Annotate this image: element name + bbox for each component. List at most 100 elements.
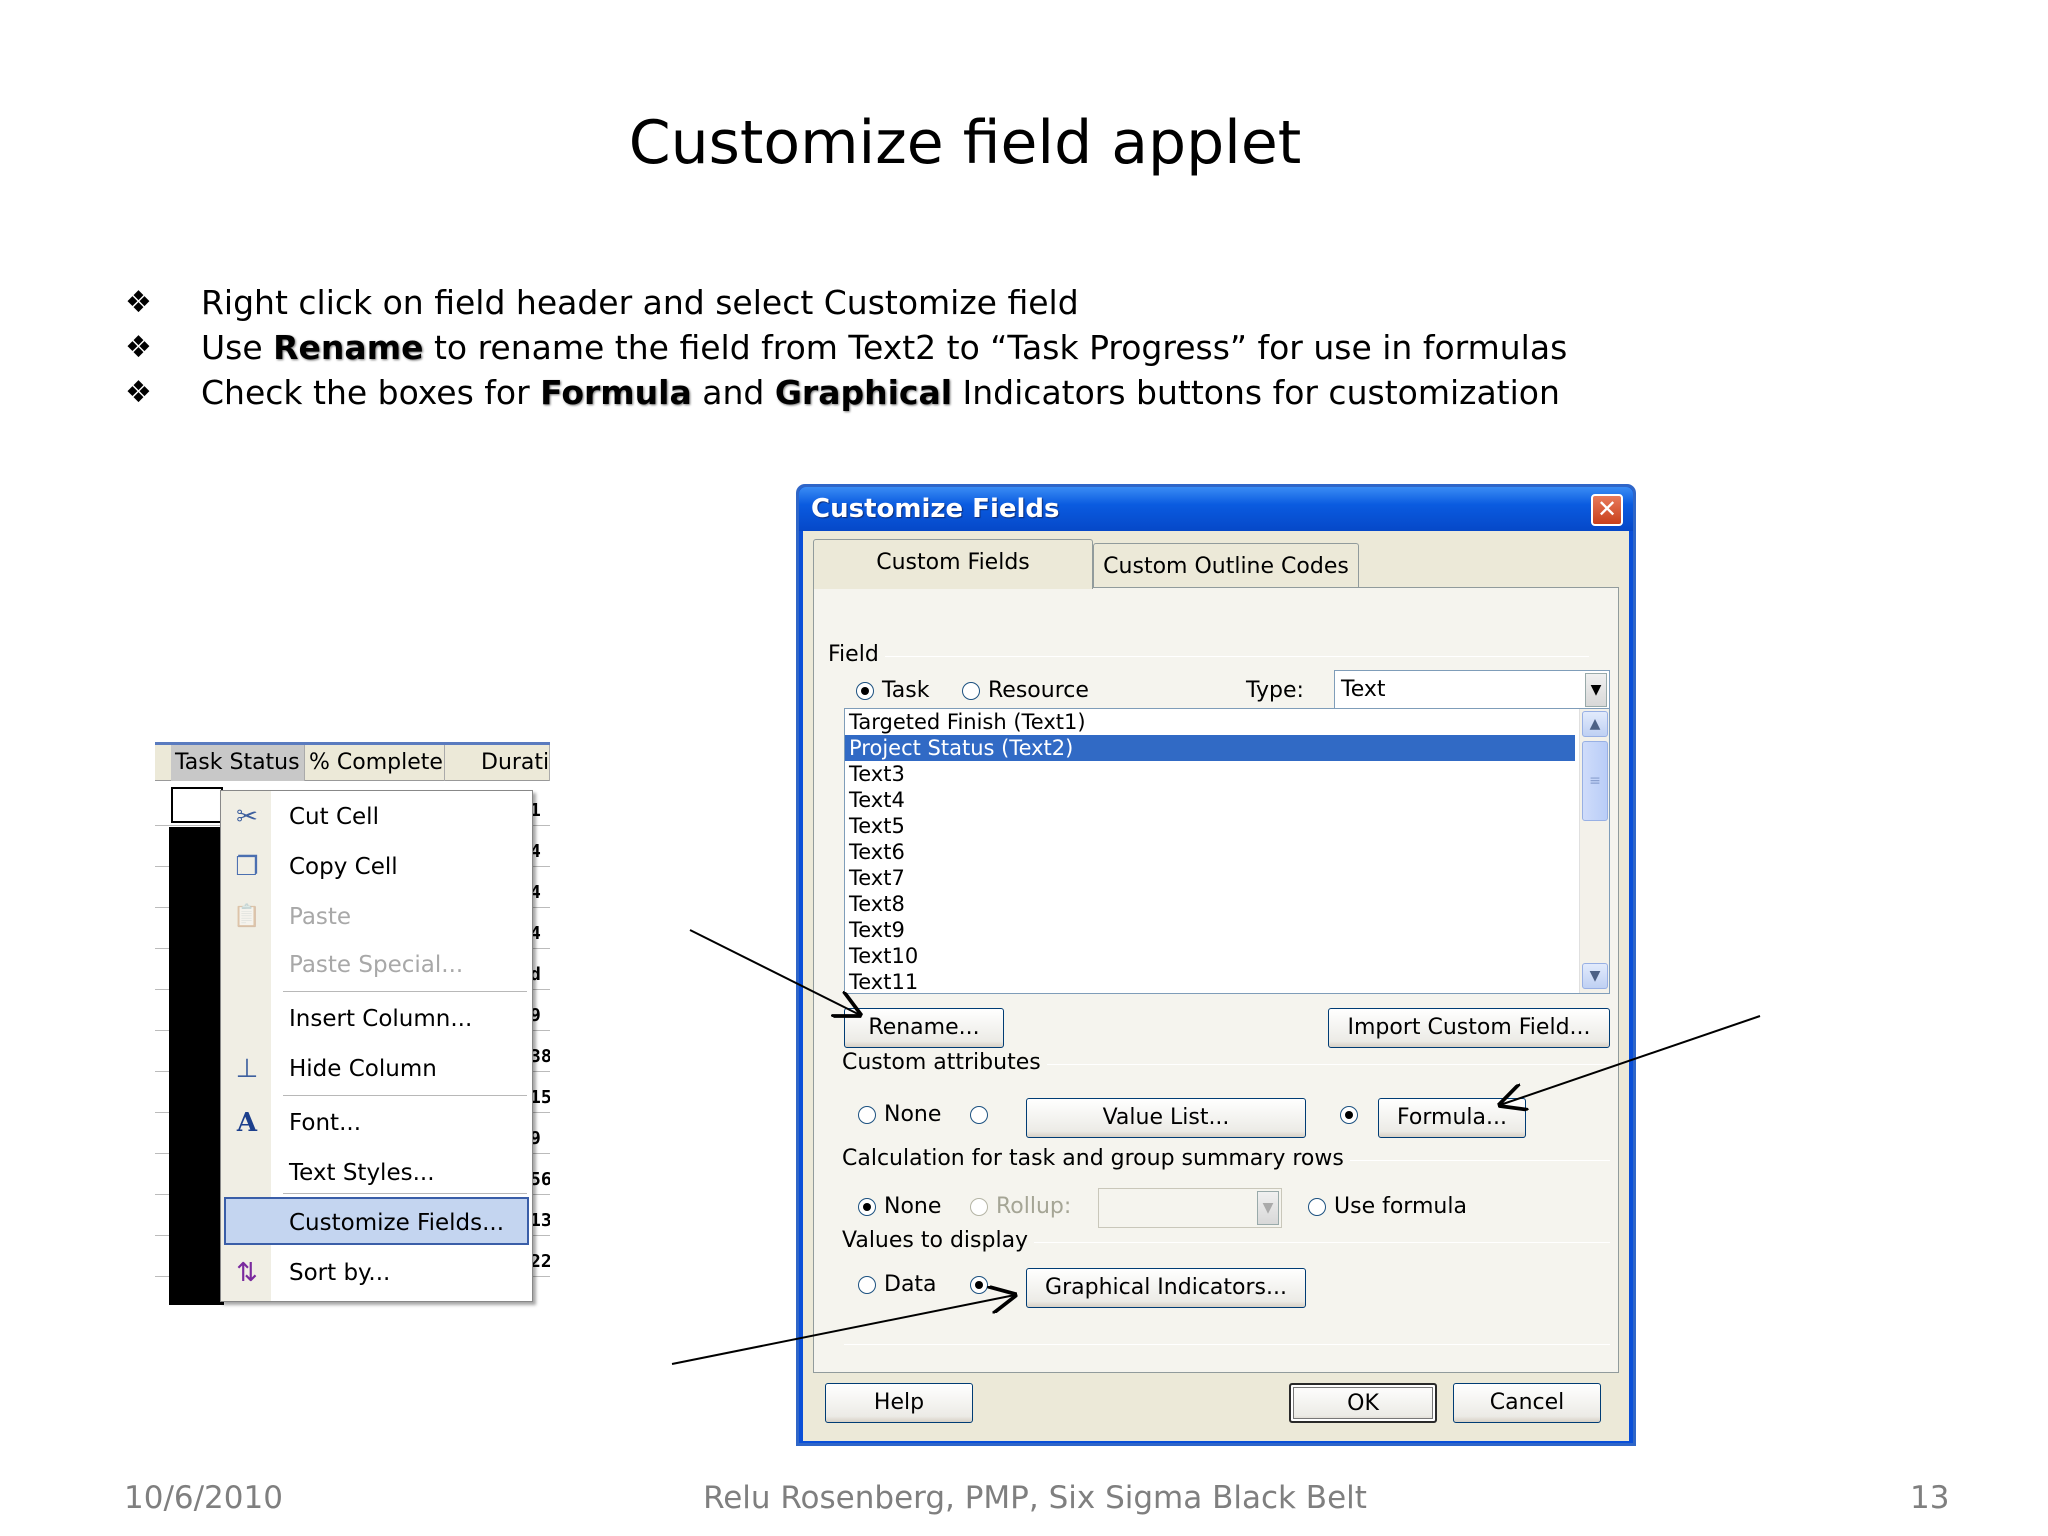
custom-attributes-line bbox=[1014, 1064, 1610, 1065]
help-button[interactable]: Help bbox=[825, 1383, 973, 1423]
close-icon: ✕ bbox=[1596, 495, 1618, 523]
list-item[interactable]: Text9 bbox=[845, 917, 1575, 943]
context-menu: ✂ Cut Cell ❐ Copy Cell 📋 Paste Paste Special..… bbox=[220, 790, 533, 1302]
bullet-text-part: Right click on field header and select C… bbox=[201, 283, 1079, 322]
graphical-indicators-button[interactable]: Graphical Indicators... bbox=[1026, 1268, 1306, 1308]
bullet-text: Check the boxes for Formula and Graphica… bbox=[201, 370, 1560, 415]
scroll-up-icon[interactable]: ▲ bbox=[1582, 711, 1608, 737]
calc-use-formula-radio[interactable] bbox=[1308, 1198, 1326, 1216]
attr-formula-radio[interactable] bbox=[1340, 1106, 1358, 1124]
bullet-emphasis: Graphical bbox=[774, 373, 953, 412]
menu-item-paste-special[interactable]: Paste Special... bbox=[221, 941, 532, 989]
values-graphical-radio[interactable] bbox=[970, 1276, 988, 1294]
listbox-scrollbar[interactable]: ▲ ≡ ▼ bbox=[1579, 709, 1609, 993]
active-cell[interactable] bbox=[171, 787, 223, 823]
menu-item-sort-by[interactable]: ⇅ Sort by... bbox=[221, 1249, 532, 1297]
attr-none-label[interactable]: None bbox=[884, 1102, 941, 1127]
grid-cell: 4 bbox=[530, 923, 541, 944]
grid-cell: 1 bbox=[530, 800, 541, 821]
column-header-task-status[interactable]: Task Status bbox=[171, 745, 305, 781]
list-item[interactable]: Project Status (Text2) bbox=[845, 735, 1575, 761]
menu-item-copy-cell[interactable]: ❐ Copy Cell bbox=[221, 843, 532, 891]
list-item[interactable]: Text5 bbox=[845, 813, 1575, 839]
scroll-down-icon[interactable]: ▼ bbox=[1582, 963, 1608, 989]
menu-item-cut-cell[interactable]: ✂ Cut Cell bbox=[221, 793, 532, 841]
calc-none-radio[interactable] bbox=[858, 1198, 876, 1216]
menu-item-label: Font... bbox=[289, 1110, 362, 1136]
attr-none-radio[interactable] bbox=[858, 1106, 876, 1124]
values-line bbox=[1008, 1242, 1610, 1243]
list-item[interactable]: Text6 bbox=[845, 839, 1575, 865]
menu-item-label: Sort by... bbox=[289, 1260, 391, 1286]
chevron-down-icon[interactable]: ▼ bbox=[1257, 1191, 1279, 1225]
scroll-thumb[interactable]: ≡ bbox=[1582, 741, 1608, 821]
menu-item-text-styles[interactable]: Text Styles... bbox=[221, 1149, 532, 1197]
type-select-value: Text bbox=[1341, 677, 1386, 702]
calc-rollup-label: Rollup: bbox=[996, 1194, 1072, 1219]
bullet-text: Right click on field header and select C… bbox=[201, 280, 1079, 325]
grid-cell: 4 bbox=[530, 882, 541, 903]
menu-item-insert-column[interactable]: Insert Column... bbox=[221, 995, 532, 1043]
list-item[interactable]: Text8 bbox=[845, 891, 1575, 917]
field-list-items: Targeted Finish (Text1) Project Status (T… bbox=[845, 709, 1609, 993]
grid-cell: 13 bbox=[530, 1210, 550, 1231]
import-custom-field-button[interactable]: Import Custom Field... bbox=[1328, 1008, 1610, 1048]
bullet-text-part: Indicators buttons for customization bbox=[952, 373, 1560, 412]
field-listbox[interactable]: Targeted Finish (Text1) Project Status (T… bbox=[844, 708, 1610, 994]
list-item[interactable]: Text11 bbox=[845, 969, 1575, 993]
menu-item-font[interactable]: A Font... bbox=[221, 1099, 532, 1147]
calc-none-label[interactable]: None bbox=[884, 1194, 941, 1219]
rename-button[interactable]: Rename... bbox=[844, 1008, 1004, 1048]
chevron-down-icon[interactable]: ▼ bbox=[1585, 673, 1607, 707]
sort-az-icon: ⇅ bbox=[236, 1258, 258, 1288]
list-item[interactable]: Text7 bbox=[845, 865, 1575, 891]
tab-custom-fields[interactable]: Custom Fields bbox=[813, 539, 1093, 589]
list-item[interactable]: Text3 bbox=[845, 761, 1575, 787]
formula-button[interactable]: Formula... bbox=[1378, 1098, 1526, 1138]
resource-radio[interactable] bbox=[962, 682, 980, 700]
dialog-title-bar[interactable]: Customize Fields ✕ bbox=[799, 487, 1633, 531]
menu-item-customize-fields[interactable]: Customize Fields... bbox=[224, 1197, 529, 1245]
grid-cell: 22 bbox=[530, 1251, 550, 1272]
bullet-item: ❖ Check the boxes for Formula and Graphic… bbox=[125, 370, 1567, 415]
value-list-button[interactable]: Value List... bbox=[1026, 1098, 1306, 1138]
grid-cell: 9 bbox=[530, 1005, 541, 1026]
values-data-radio[interactable] bbox=[858, 1276, 876, 1294]
grid-cell: 9 bbox=[530, 1128, 541, 1149]
calculation-label: Calculation for task and group summary r… bbox=[842, 1146, 1350, 1171]
footer-page-number: 13 bbox=[1910, 1480, 1950, 1516]
tab-custom-outline-codes[interactable]: Custom Outline Codes bbox=[1093, 543, 1359, 589]
grid-cell: 4 bbox=[530, 841, 541, 862]
close-button[interactable]: ✕ bbox=[1591, 494, 1623, 526]
column-header-duration[interactable]: Durati bbox=[445, 745, 550, 781]
cancel-button[interactable]: Cancel bbox=[1453, 1383, 1601, 1423]
task-radio-label[interactable]: Task bbox=[882, 678, 929, 703]
menu-item-hide-column[interactable]: ⊥ Hide Column bbox=[221, 1045, 532, 1093]
menu-item-label: Insert Column... bbox=[289, 1006, 473, 1032]
type-select[interactable]: Text ▼ bbox=[1334, 670, 1610, 710]
type-label: Type: bbox=[1246, 678, 1304, 703]
ok-button[interactable]: OK bbox=[1289, 1383, 1437, 1423]
list-item[interactable]: Targeted Finish (Text1) bbox=[845, 709, 1575, 735]
values-data-label[interactable]: Data bbox=[884, 1272, 937, 1297]
bullet-item: ❖ Use Rename to rename the field from Tex… bbox=[125, 325, 1567, 370]
menu-item-label: Hide Column bbox=[289, 1056, 437, 1082]
paste-icon: 📋 bbox=[233, 904, 261, 929]
bullet-glyph: ❖ bbox=[125, 330, 152, 365]
bullet-text-part: Check the boxes for bbox=[201, 373, 541, 412]
resource-radio-label[interactable]: Resource bbox=[988, 678, 1089, 703]
column-header-percent-complete[interactable]: % Complete bbox=[305, 745, 445, 781]
customize-fields-dialog: Customize Fields ✕ Custom Fields Custom … bbox=[796, 484, 1636, 1446]
bullet-list: ❖ Right click on field header and select … bbox=[125, 280, 1567, 415]
rollup-select[interactable]: ▼ bbox=[1098, 1188, 1282, 1228]
calc-use-formula-label[interactable]: Use formula bbox=[1334, 1194, 1467, 1219]
calc-rollup-radio[interactable] bbox=[970, 1198, 988, 1216]
menu-item-paste[interactable]: 📋 Paste bbox=[221, 893, 532, 941]
list-item[interactable]: Text10 bbox=[845, 943, 1575, 969]
dialog-body: Custom Fields Custom Outline Codes Field… bbox=[803, 531, 1629, 1441]
list-item[interactable]: Text4 bbox=[845, 787, 1575, 813]
grid-cell: 38 bbox=[530, 1046, 550, 1067]
task-radio[interactable] bbox=[856, 682, 874, 700]
attr-value-list-radio[interactable] bbox=[970, 1106, 988, 1124]
values-label: Values to display bbox=[842, 1228, 1035, 1253]
